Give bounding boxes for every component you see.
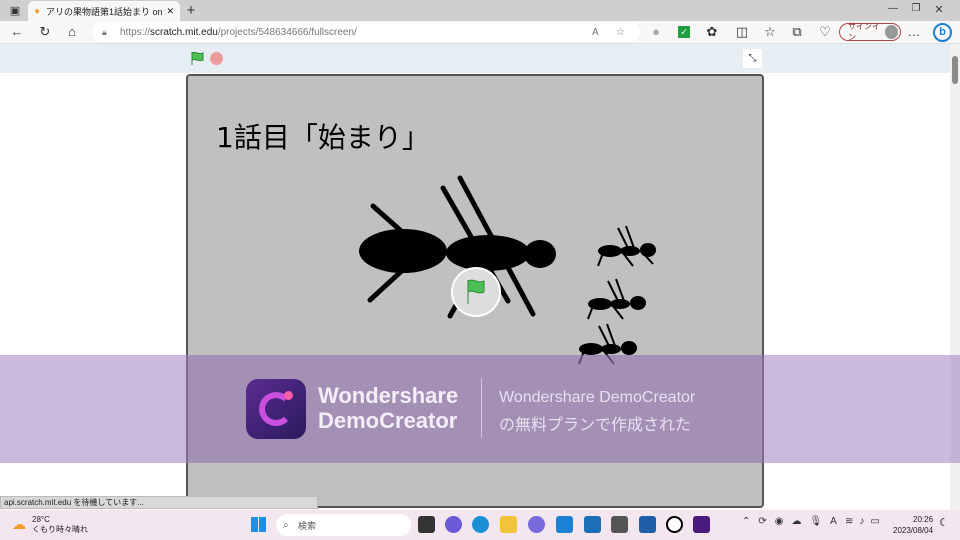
close-window-icon[interactable]: ✕ xyxy=(930,3,948,16)
favorite-star-icon[interactable]: ☆ xyxy=(616,27,625,38)
task-view-icon[interactable] xyxy=(418,516,435,533)
lock-icon: 🔒︎ xyxy=(102,26,107,37)
copilot-icon[interactable] xyxy=(528,516,545,533)
app-icon[interactable] xyxy=(584,516,601,533)
bing-copilot-icon[interactable]: b xyxy=(933,23,952,42)
edge-icon[interactable] xyxy=(472,516,489,533)
network-volume-battery-icons[interactable]: ≋♪▭ xyxy=(845,516,886,527)
extensions-icon[interactable]: ✿ xyxy=(703,24,721,40)
split-screen-icon[interactable]: ◫ xyxy=(733,24,751,40)
exit-fullscreen-icon[interactable]: ⤡ xyxy=(743,49,762,68)
green-flag-icon[interactable] xyxy=(190,51,204,65)
watermark-brand: Wondershare DemoCreator xyxy=(318,383,458,433)
time: 20:26 xyxy=(913,515,934,524)
weather-text: くもり時々晴れ xyxy=(32,525,88,534)
home-icon[interactable]: ⌂ xyxy=(63,24,81,39)
snipping-icon[interactable] xyxy=(611,516,628,533)
brand-line2: DemoCreator xyxy=(318,408,458,433)
back-icon[interactable]: ← xyxy=(8,24,26,39)
browser-essentials-icon[interactable]: ♡ xyxy=(816,24,834,40)
tab-title: アリの果物語第1話始まり on Scratch xyxy=(46,7,166,17)
signin-button[interactable]: サインイン xyxy=(839,22,901,42)
teams-chat-icon[interactable] xyxy=(445,516,462,533)
tab-active[interactable]: ● アリの果物語第1話始まり on Scratch ✕ xyxy=(28,1,180,22)
watermark-text-line1: Wondershare DemoCreator xyxy=(499,389,696,406)
more-menu-icon[interactable]: … xyxy=(905,24,923,39)
favorites-icon[interactable]: ☆ xyxy=(761,24,779,40)
scratch-player-menubar xyxy=(0,44,950,73)
refresh-icon[interactable]: ↻ xyxy=(36,24,54,40)
status-bar: api.scratch.mit.edu を待機しています... xyxy=(0,496,318,509)
close-tab-icon[interactable]: ✕ xyxy=(166,6,174,17)
taskbar-search[interactable]: ⌕ 検索 xyxy=(276,514,411,536)
notification-icon[interactable]: ☾ xyxy=(939,516,949,529)
search-icon: ⌕ xyxy=(283,519,289,531)
extension-icon[interactable]: ● xyxy=(647,24,665,39)
watermark-text-line2: の無料プランで作成された xyxy=(499,417,692,434)
minimize-icon[interactable]: — xyxy=(884,3,902,14)
check-extension-icon[interactable]: ✓ xyxy=(678,26,690,38)
weather-widget[interactable]: 28°C くもり時々晴れ xyxy=(32,515,88,535)
mail-icon[interactable] xyxy=(556,516,573,533)
read-aloud-icon[interactable]: A xyxy=(592,27,599,38)
start-icon[interactable] xyxy=(251,517,266,532)
watermark-text: Wondershare DemoCreator の無料プランで作成された xyxy=(499,384,695,440)
file-explorer-icon[interactable] xyxy=(500,516,517,533)
address-bar[interactable]: 🔒︎ https://scratch.mit.edu/projects/5486… xyxy=(92,22,640,42)
avatar xyxy=(885,25,898,39)
url-domain: scratch.mit.edu xyxy=(150,26,218,38)
url-path: /projects/548634666/fullscreen/ xyxy=(217,26,357,38)
democreator-logo-icon xyxy=(246,379,306,439)
system-tray-icons[interactable]: ⌃⟳◉☁🎙︎A xyxy=(742,516,845,527)
cloud-app-icon[interactable] xyxy=(666,516,683,533)
maximize-icon[interactable]: ❐ xyxy=(907,3,925,14)
democreator-taskbar-icon[interactable] xyxy=(693,516,710,533)
collections-icon[interactable]: ⧉ xyxy=(788,24,806,40)
url-prefix: https:// xyxy=(120,26,151,38)
brand-line1: Wondershare xyxy=(318,383,459,408)
new-tab-icon[interactable]: + xyxy=(182,2,200,19)
tab-actions-icon[interactable]: ▣ xyxy=(6,4,24,17)
date: 2023/08/04 xyxy=(893,526,934,535)
weather-icon[interactable]: ☁ xyxy=(12,516,26,533)
store-icon[interactable] xyxy=(639,516,656,533)
signin-label: サインイン xyxy=(848,22,880,42)
search-placeholder: 検索 xyxy=(298,520,317,531)
clock[interactable]: 20:26 2023/08/04 xyxy=(893,514,933,536)
temperature: 28°C xyxy=(32,515,50,524)
scratch-favicon-icon: ● xyxy=(34,6,41,17)
watermark-divider xyxy=(481,378,482,438)
stop-icon[interactable] xyxy=(210,52,223,65)
